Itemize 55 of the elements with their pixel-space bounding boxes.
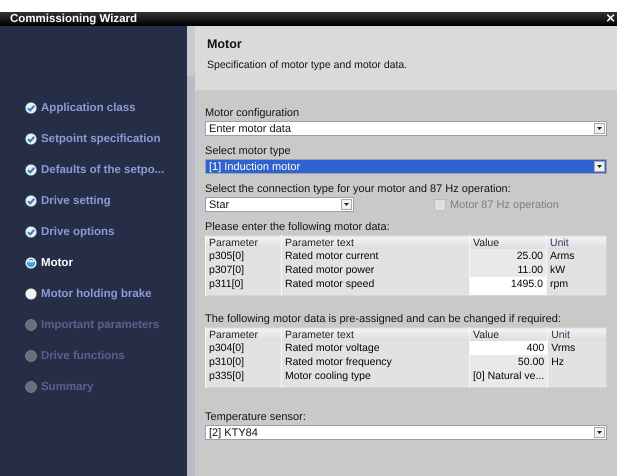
wizard-step[interactable]: Setpoint specification bbox=[41, 132, 160, 144]
page-title: Motor bbox=[207, 37, 243, 51]
column-header: Value bbox=[470, 328, 548, 341]
parameter-cell: p307[0] bbox=[206, 263, 282, 277]
column-header: Parameter bbox=[206, 236, 282, 249]
parameter-cell: p305[0] bbox=[206, 249, 282, 263]
section-label: Please enter the following motor data: bbox=[205, 221, 391, 233]
checkbox-label: Motor 87 Hz operation bbox=[450, 199, 559, 211]
section-label: The following motor data is pre-assigned and can be changed if required: bbox=[205, 313, 562, 325]
window-title: Commissioning Wizard bbox=[10, 13, 138, 25]
field-label: Select motor type bbox=[205, 145, 291, 157]
field-label: Temperature sensor: bbox=[205, 411, 306, 423]
column-header: Unit bbox=[548, 328, 606, 341]
dropdown[interactable]: Star bbox=[205, 197, 354, 212]
value-input[interactable]: 1495.0 bbox=[470, 277, 546, 296]
value-cell: 11.00 bbox=[470, 263, 546, 277]
value-cell: 50.00 bbox=[470, 355, 548, 369]
column-header: Value bbox=[470, 236, 546, 249]
value-cell: 25.00 bbox=[470, 249, 546, 263]
caret-icon bbox=[597, 127, 602, 130]
parameter-cell: p310[0] bbox=[206, 355, 282, 369]
unit-cell: Hz bbox=[548, 355, 606, 369]
unit-cell: Arms bbox=[546, 249, 606, 263]
caret-icon bbox=[597, 165, 602, 168]
column-header: Parameter bbox=[206, 328, 282, 341]
wizard-step[interactable]: Application class bbox=[41, 102, 136, 114]
scrollbar[interactable] bbox=[187, 26, 195, 476]
wizard-step[interactable]: Drive setting bbox=[41, 194, 111, 206]
close-button[interactable]: × bbox=[605, 13, 617, 25]
wizard-step[interactable]: Motor bbox=[41, 256, 73, 268]
wizard-step[interactable]: Defaults of the setpo... bbox=[41, 164, 164, 176]
parameter-cell: p311[0] bbox=[206, 277, 282, 296]
field-label: Select the connection type for your motor and 87 Hz operation: bbox=[205, 183, 511, 195]
page-description: Specification of motor type and motor data. bbox=[207, 59, 408, 71]
unit-cell: rpm bbox=[546, 277, 606, 296]
column-header: Parameter text bbox=[282, 328, 470, 341]
dropdown[interactable]: [1] Induction motor bbox=[205, 159, 607, 174]
wizard-step: Summary bbox=[41, 380, 94, 392]
field-label: Motor configuration bbox=[205, 107, 300, 119]
wizard-step[interactable]: Motor holding brake bbox=[41, 288, 152, 300]
caret-icon bbox=[344, 203, 349, 206]
value-input[interactable]: 400 bbox=[470, 341, 548, 355]
dropdown[interactable]: [2] KTY84 bbox=[205, 425, 607, 440]
dropdown[interactable]: Enter motor data bbox=[205, 121, 607, 136]
column-header: Unit bbox=[546, 236, 606, 249]
parameter-cell: p304[0] bbox=[206, 341, 282, 355]
column-header: Parameter text bbox=[282, 236, 470, 249]
parameter-cell: p335[0] bbox=[206, 369, 282, 388]
wizard-step: Important parameters bbox=[41, 318, 160, 330]
unit-cell: kW bbox=[546, 263, 606, 277]
value-cell: [0] Natural ve... bbox=[470, 369, 548, 388]
caret-icon bbox=[597, 431, 602, 434]
wizard-step: Drive functions bbox=[41, 350, 125, 362]
unit-cell: Vrms bbox=[548, 341, 606, 355]
wizard-step[interactable]: Drive options bbox=[41, 226, 114, 238]
